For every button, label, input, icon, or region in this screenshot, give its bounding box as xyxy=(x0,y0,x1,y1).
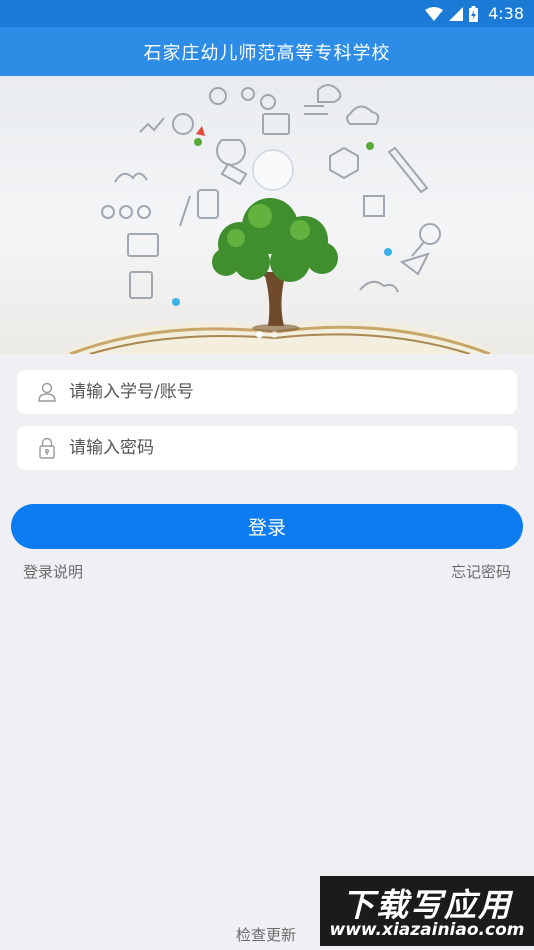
banner-image xyxy=(60,84,500,354)
username-field[interactable] xyxy=(17,370,517,414)
watermark-logo: 下载写应用 www.xiazainiao.com xyxy=(320,876,534,946)
banner-carousel[interactable] xyxy=(0,76,534,354)
app-bar: 石家庄幼儿师范高等专科学校 xyxy=(0,27,534,76)
login-help-link[interactable]: 登录说明 xyxy=(23,561,83,582)
status-bar: 4:38 xyxy=(0,0,534,27)
password-input[interactable] xyxy=(69,438,489,458)
username-input[interactable] xyxy=(69,382,489,402)
carousel-dot-active[interactable] xyxy=(256,331,263,338)
signal-icon xyxy=(449,6,464,21)
battery-icon xyxy=(469,5,479,22)
carousel-indicator xyxy=(0,331,534,338)
wifi-icon xyxy=(425,6,444,21)
page-title: 石家庄幼儿师范高等专科学校 xyxy=(143,42,391,64)
lock-icon xyxy=(37,437,57,459)
watermark-url: www.xiazainiao.com xyxy=(329,920,525,940)
login-button[interactable]: 登录 xyxy=(11,504,523,549)
check-update-link[interactable]: 检查更新 xyxy=(236,924,296,945)
user-icon xyxy=(37,382,57,402)
status-time: 4:38 xyxy=(488,4,524,23)
forgot-password-link[interactable]: 忘记密码 xyxy=(451,561,511,582)
password-field[interactable] xyxy=(17,426,517,470)
carousel-dot[interactable] xyxy=(271,331,278,338)
